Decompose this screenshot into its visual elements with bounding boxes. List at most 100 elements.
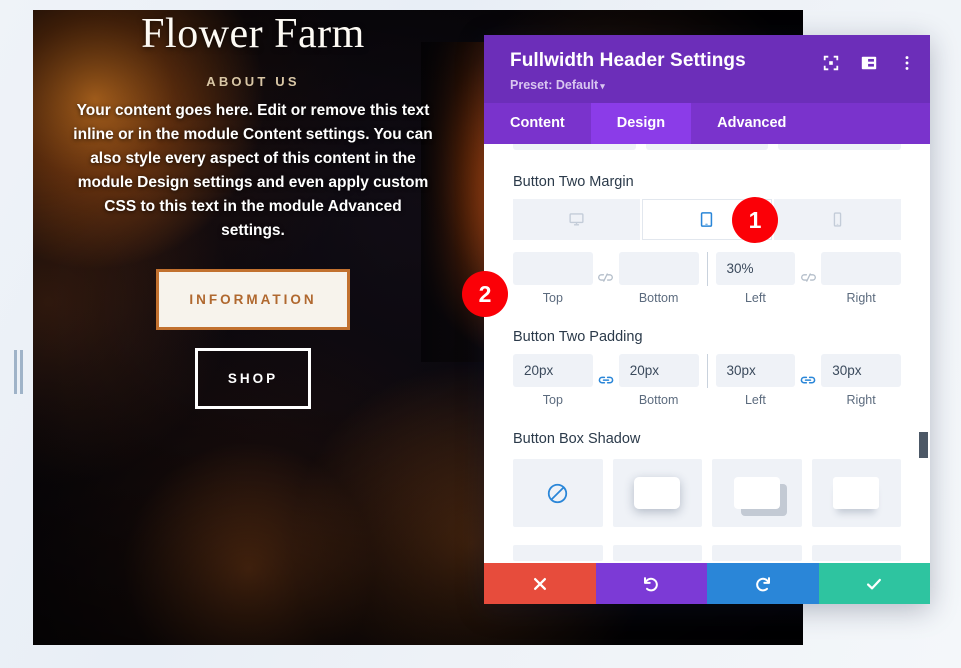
no-shadow-icon <box>548 483 568 503</box>
link-broken-icon <box>598 273 614 282</box>
margin-left-caption: Left <box>744 291 766 305</box>
preset-label: Preset: Default <box>510 78 599 92</box>
box-shadow-option-hard-offset[interactable] <box>712 459 802 527</box>
hero-button-group: INFORMATION SHOP <box>43 269 463 410</box>
padding-right-caption: Right <box>846 393 876 407</box>
more-options-icon[interactable] <box>898 54 916 72</box>
shadow-swatch-soft <box>634 477 681 509</box>
margin-right-cell: Right <box>821 252 901 305</box>
fullwidth-header-settings-modal[interactable]: Fullwidth Header Settings Preset: Defaul… <box>484 35 930 604</box>
focus-mode-icon[interactable] <box>822 54 840 72</box>
modal-settings-body: Button Two Margin Top Bottom 30% Left Ri… <box>484 144 930 563</box>
hero-information-button[interactable]: INFORMATION <box>156 269 350 331</box>
padding-top-input[interactable] <box>513 354 593 387</box>
device-tab-phone[interactable] <box>773 199 901 240</box>
check-icon <box>867 578 882 589</box>
viewport-resize-handle[interactable] <box>14 350 24 394</box>
box-shadow-option-partial[interactable] <box>712 545 802 561</box>
padding-bottom-input[interactable] <box>618 354 699 387</box>
undo-button[interactable] <box>595 563 707 604</box>
box-shadow-option-bottom-drop[interactable] <box>811 459 901 527</box>
margin-right-input[interactable] <box>821 252 901 285</box>
undo-icon <box>644 576 659 591</box>
margin-top-cell: Top <box>513 252 593 305</box>
button-two-margin-inputs: Top Bottom 30% Left Right <box>513 252 901 305</box>
modal-header-icon-group <box>822 54 916 72</box>
modal-tab-bar: Content Design Advanced <box>484 103 930 144</box>
padding-horizontal-link-toggle[interactable] <box>795 364 821 397</box>
margin-top-caption: Top <box>542 291 563 305</box>
margin-left-input[interactable] <box>715 252 796 285</box>
padding-top-cell: Top <box>513 354 593 407</box>
desktop-icon <box>569 213 584 226</box>
margin-group-divider <box>706 252 708 286</box>
box-shadow-option-none[interactable] <box>513 459 603 527</box>
padding-vertical-link-toggle[interactable] <box>593 364 619 397</box>
padding-left-input[interactable] <box>715 354 796 387</box>
hero-eyebrow[interactable]: ABOUT US <box>43 74 463 89</box>
margin-bottom-input[interactable] <box>618 252 699 285</box>
handle-line <box>14 350 17 394</box>
handle-line <box>20 350 23 394</box>
box-shadow-option-partial[interactable] <box>811 545 901 561</box>
device-tab-partial[interactable] <box>513 144 636 150</box>
modal-scrollbar-track[interactable] <box>919 144 930 563</box>
save-button[interactable] <box>818 563 930 604</box>
padding-vertical-pair: Top Bottom <box>513 354 699 407</box>
cancel-button[interactable] <box>484 563 596 604</box>
box-shadow-options <box>513 459 901 527</box>
padding-left-caption: Left <box>744 393 766 407</box>
box-shadow-options-row-partial <box>513 539 901 561</box>
step-badge-2: 2 <box>462 271 508 317</box>
tab-content[interactable]: Content <box>484 103 591 144</box>
tab-design[interactable]: Design <box>590 103 692 144</box>
margin-vertical-pair: Top Bottom <box>513 252 699 305</box>
button-two-padding-inputs: Top Bottom <box>513 354 901 407</box>
tab-advanced[interactable]: Advanced <box>691 103 812 144</box>
phone-icon <box>833 212 842 227</box>
modal-scrollbar-thumb[interactable] <box>919 432 928 458</box>
link-connected-icon <box>800 376 816 384</box>
device-tab-desktop[interactable] <box>513 199 641 240</box>
preset-selector[interactable]: Preset: Default ▾ <box>510 78 912 92</box>
button-two-padding-label: Button Two Padding <box>513 329 643 345</box>
link-broken-icon <box>800 273 816 282</box>
margin-left-cell: Left <box>715 252 796 305</box>
box-shadow-option-partial[interactable] <box>513 545 603 561</box>
modal-header: Fullwidth Header Settings Preset: Defaul… <box>484 35 930 103</box>
box-shadow-option-soft[interactable] <box>612 459 702 527</box>
hero-body-text[interactable]: Your content goes here. Edit or remove t… <box>43 99 463 243</box>
padding-right-cell: Right <box>821 354 901 407</box>
button-two-margin-label: Button Two Margin <box>513 174 634 190</box>
box-shadow-option-partial[interactable] <box>612 545 702 561</box>
modal-action-bar <box>484 563 930 604</box>
hero-shop-button[interactable]: SHOP <box>194 348 312 410</box>
margin-bottom-cell: Bottom <box>618 252 699 305</box>
margin-device-switcher <box>513 199 901 240</box>
padding-left-cell: Left <box>715 354 796 407</box>
hero-title[interactable]: Flower Farm <box>43 10 463 56</box>
redo-icon <box>755 576 770 591</box>
link-connected-icon <box>598 376 614 384</box>
margin-horizontal-pair: Left Right <box>715 252 901 305</box>
padding-right-input[interactable] <box>821 354 901 387</box>
screen-root: Flower Farm ABOUT US Your content goes h… <box>0 0 961 668</box>
redo-button[interactable] <box>707 563 819 604</box>
padding-top-caption: Top <box>542 393 563 407</box>
margin-horizontal-link-toggle[interactable] <box>795 262 821 295</box>
panel-layout-icon[interactable] <box>860 54 878 72</box>
step-badge-1: 1 <box>732 197 778 243</box>
device-tab-partial[interactable] <box>645 144 769 150</box>
device-tab-partial[interactable] <box>778 144 902 150</box>
shadow-swatch-hard-offset <box>733 477 780 509</box>
previous-device-row-partial <box>513 144 902 150</box>
shadow-swatch-bottom-drop <box>833 477 880 509</box>
padding-bottom-cell: Bottom <box>618 354 699 407</box>
close-icon <box>533 577 546 590</box>
margin-vertical-link-toggle[interactable] <box>593 262 619 295</box>
padding-group-divider <box>706 354 708 388</box>
padding-bottom-caption: Bottom <box>638 393 679 407</box>
margin-top-input[interactable] <box>513 252 593 285</box>
chevron-down-icon: ▾ <box>600 81 605 91</box>
button-box-shadow-label: Button Box Shadow <box>513 431 641 447</box>
